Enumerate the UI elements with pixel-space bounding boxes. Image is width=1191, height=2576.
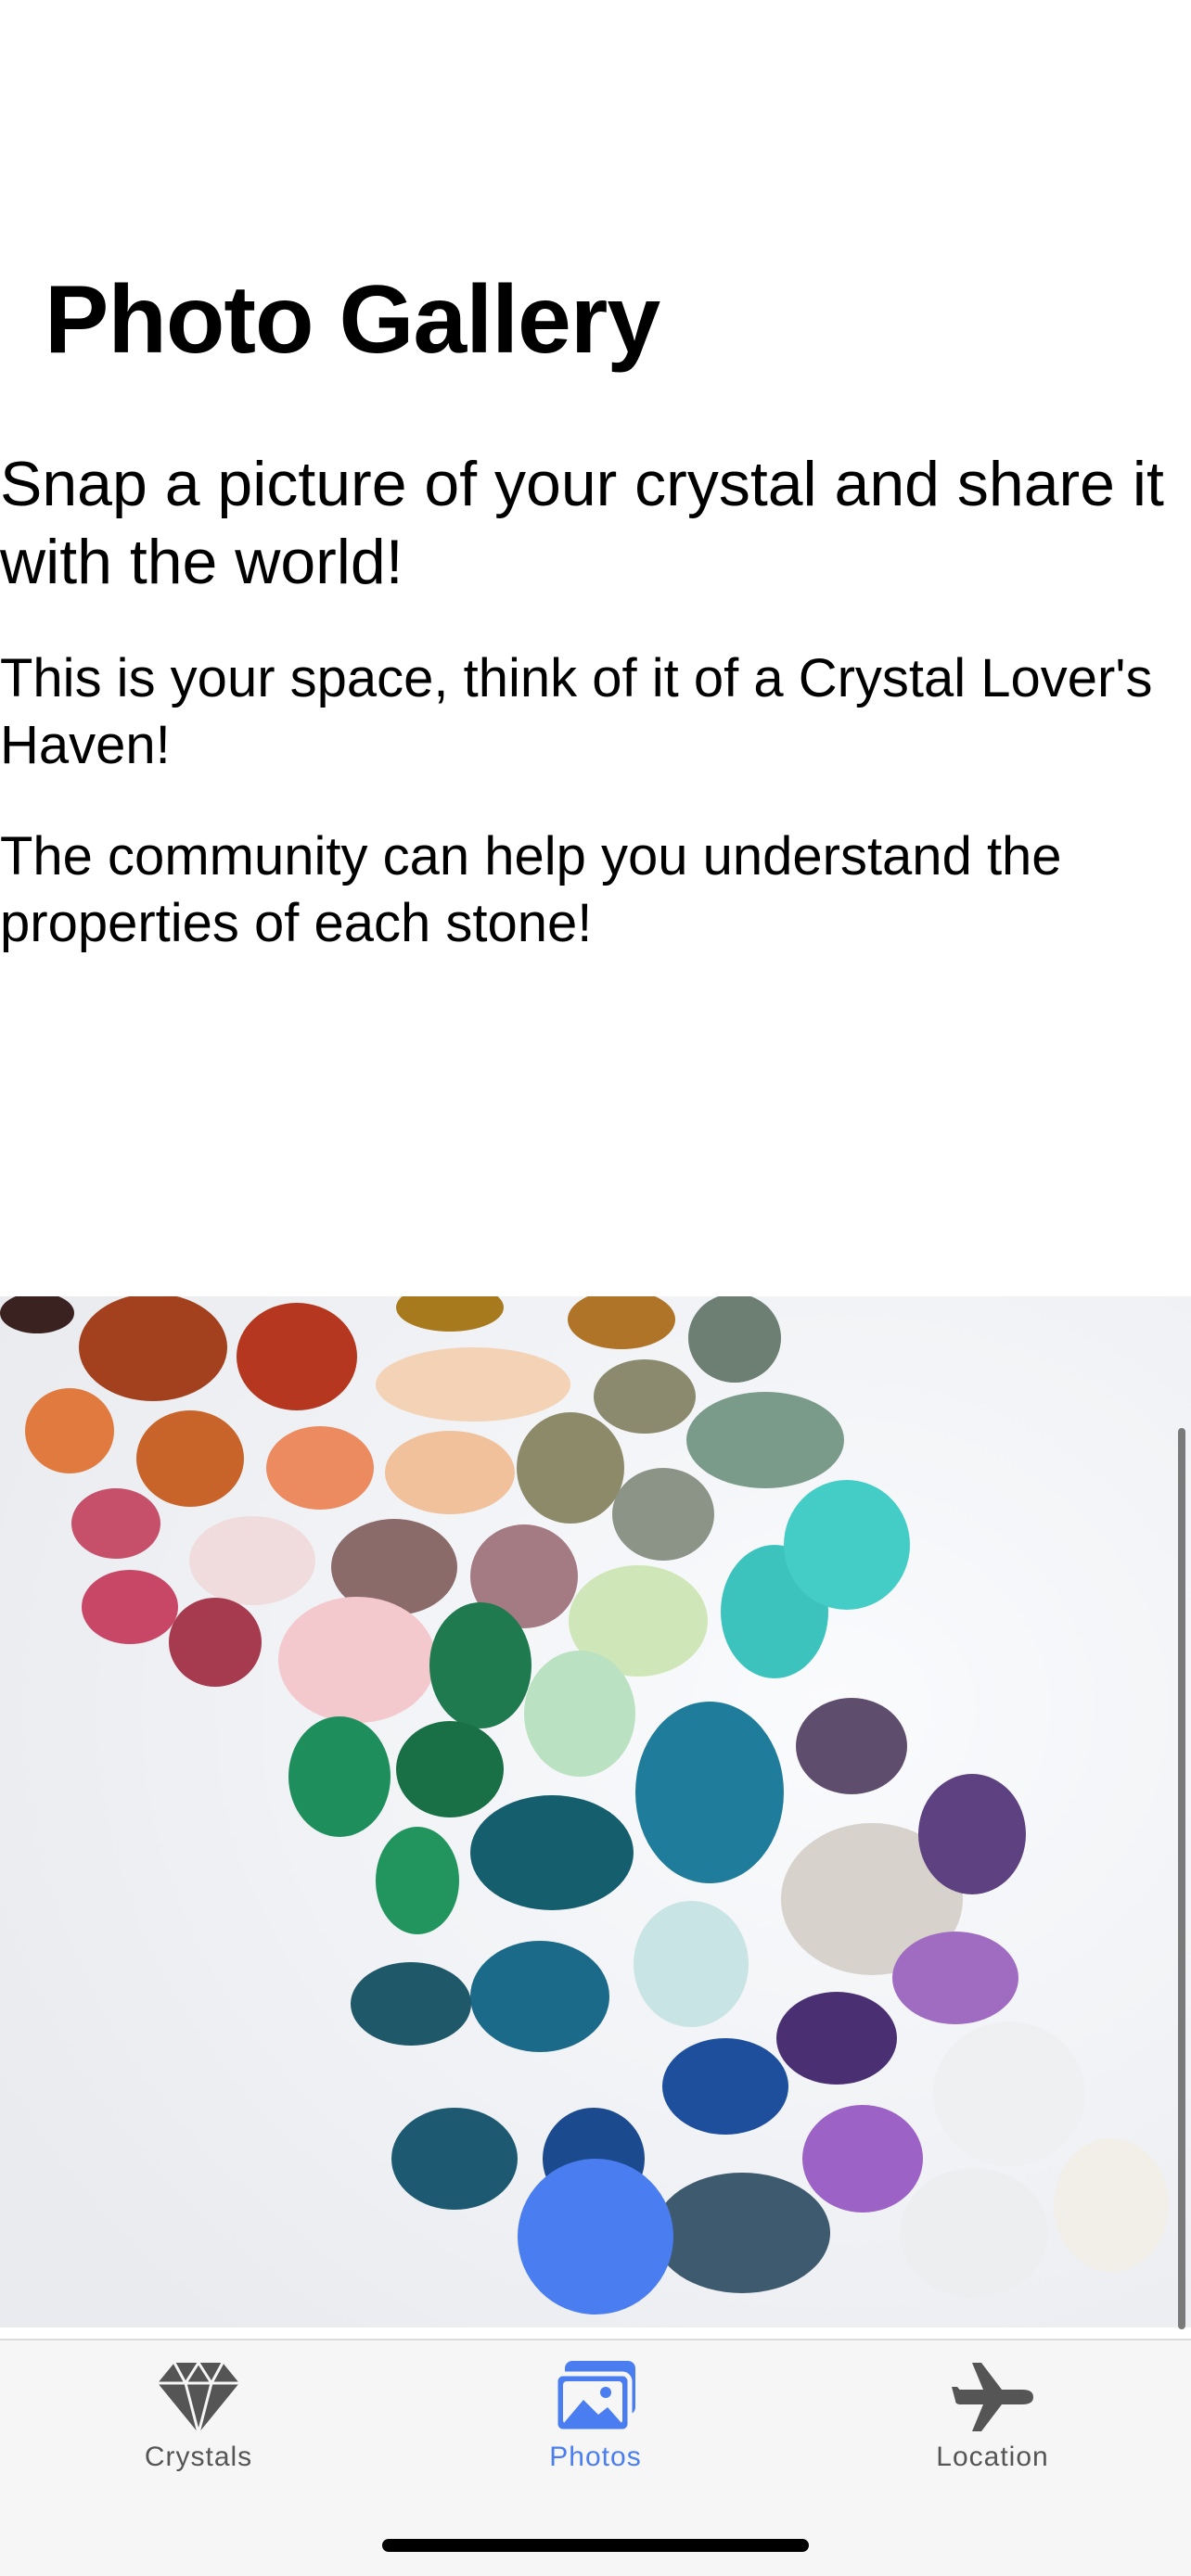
tab-location-label: Location bbox=[936, 2442, 1049, 2472]
tab-photos[interactable]: Photos bbox=[475, 2359, 716, 2498]
headline: Snap a picture of your crystal and share… bbox=[0, 449, 1164, 597]
tab-photos-label: Photos bbox=[549, 2442, 642, 2472]
photo-gallery-screen: Photo Gallery Snap a picture of your cry… bbox=[0, 0, 1191, 2576]
diamond-icon bbox=[158, 2360, 239, 2434]
home-indicator bbox=[382, 2539, 809, 2552]
tab-crystals[interactable]: Crystals bbox=[78, 2359, 319, 2498]
page-title: Photo Gallery bbox=[45, 266, 660, 374]
tab-crystals-label: Crystals bbox=[144, 2442, 253, 2472]
airplane-icon bbox=[952, 2363, 1033, 2431]
intro-paragraph: The community can help you understand th… bbox=[0, 826, 1062, 953]
tab-location[interactable]: Location bbox=[872, 2359, 1113, 2498]
intro-paragraph: This is your space, think of it of a Cry… bbox=[0, 648, 1153, 775]
photos-icon bbox=[553, 2361, 635, 2434]
scrollbar[interactable] bbox=[1178, 1428, 1185, 2329]
add-photo-button[interactable] bbox=[518, 2159, 673, 2315]
intro-text: Snap a picture of your crystal and share… bbox=[0, 445, 1191, 1001]
